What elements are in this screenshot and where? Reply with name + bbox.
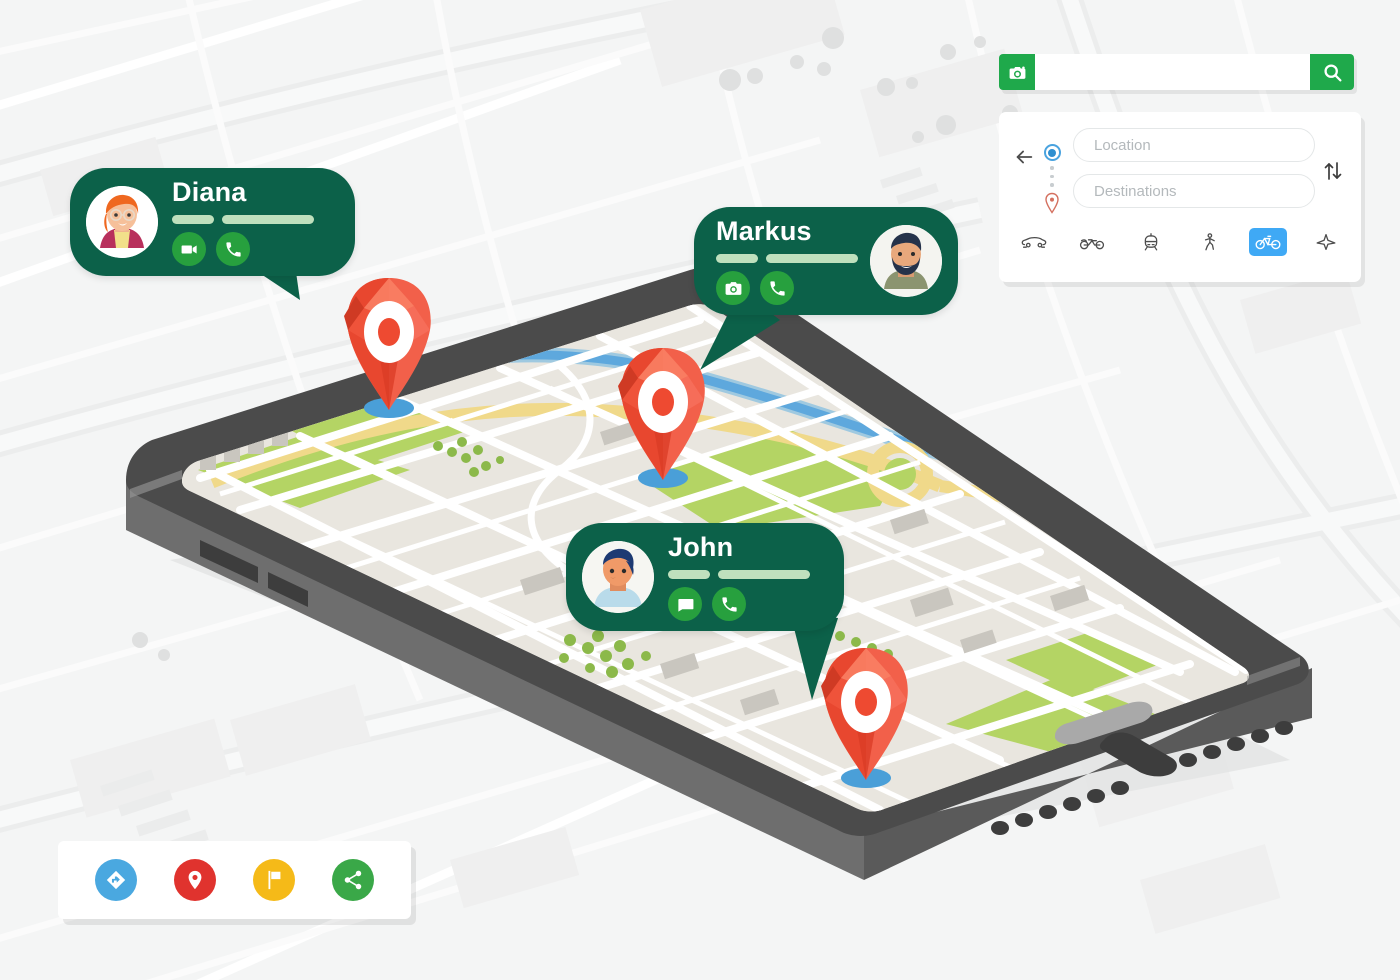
placeholder-bar-short (668, 570, 710, 580)
phone-icon[interactable] (712, 587, 746, 622)
plane-icon[interactable] (1307, 228, 1345, 256)
back-arrow-icon[interactable] (1013, 128, 1039, 173)
phone-icon[interactable] (216, 232, 250, 267)
walk-icon[interactable] (1190, 228, 1228, 256)
origin-input[interactable] (1073, 128, 1315, 162)
avatar-markus (870, 225, 942, 298)
route-dashes (1050, 166, 1054, 187)
search-icon[interactable] (1310, 54, 1354, 90)
route-track (1039, 128, 1065, 214)
car-icon[interactable] (1015, 228, 1053, 256)
map-pin-icon[interactable] (173, 859, 216, 901)
camera-icon[interactable] (999, 54, 1035, 90)
current-location-dot-icon (1043, 144, 1061, 161)
placeholder-bar-short (172, 215, 214, 225)
bottom-toolbar (58, 841, 411, 919)
contact-name: John (668, 532, 734, 562)
tram-icon[interactable] (1132, 228, 1170, 256)
motorcycle-icon[interactable] (1073, 228, 1111, 256)
bicycle-icon[interactable] (1248, 227, 1287, 256)
contact-name: Markus (716, 216, 812, 246)
destination-pin-icon (1045, 192, 1059, 214)
placeholder-bar-long (222, 215, 314, 225)
placeholder-bar-long (718, 570, 810, 580)
contact-callout-john[interactable]: John (566, 523, 844, 632)
route-planner-panel (999, 112, 1361, 282)
video-camera-icon[interactable] (172, 232, 206, 267)
swap-vertical-icon[interactable] (1321, 128, 1347, 189)
search-bar[interactable] (999, 54, 1354, 90)
contact-callout-diana[interactable]: Diana (70, 168, 355, 277)
avatar-diana (86, 186, 158, 259)
phone-icon[interactable] (760, 271, 794, 306)
contact-name: Diana (172, 177, 247, 207)
placeholder-bars (716, 254, 858, 264)
transport-mode-selector (1013, 227, 1347, 256)
contact-callout-markus[interactable]: Markus (694, 207, 958, 316)
illustration-stage: Diana Markus John Location Destinations (0, 0, 1400, 980)
avatar-john (582, 541, 654, 614)
placeholder-bars (668, 570, 810, 580)
destination-input[interactable] (1073, 174, 1315, 208)
share-icon[interactable] (332, 859, 375, 901)
placeholder-bar-short (716, 254, 758, 264)
camera-icon[interactable] (716, 271, 750, 306)
placeholder-bars (172, 215, 314, 225)
navigate-icon[interactable] (94, 859, 137, 901)
flag-icon[interactable] (253, 859, 296, 901)
message-icon[interactable] (668, 587, 702, 622)
search-input[interactable] (1035, 54, 1310, 90)
placeholder-bar-long (766, 254, 858, 264)
